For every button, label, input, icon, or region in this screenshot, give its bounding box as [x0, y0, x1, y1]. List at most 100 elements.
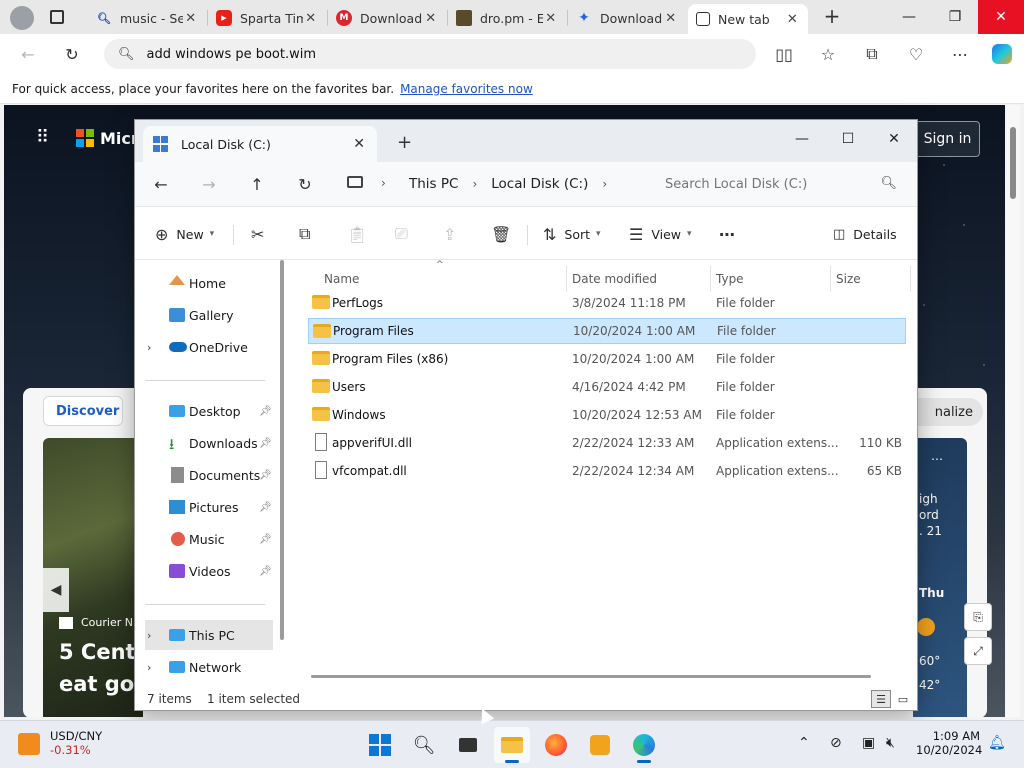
nav-music[interactable]: Music 📌︎ — [145, 524, 273, 554]
chevron-right-icon[interactable]: › — [472, 177, 477, 191]
close-icon[interactable]: ✕ — [543, 11, 558, 26]
close-icon[interactable]: ✕ — [183, 11, 198, 26]
pin-icon[interactable]: 📌︎ — [259, 438, 272, 449]
display-icon[interactable]: ▣ — [862, 735, 875, 751]
minimize-button[interactable]: — — [886, 0, 932, 34]
sort-button[interactable]: ⇅ Sort ▾ — [543, 219, 601, 249]
more-icon[interactable]: ⋯ — [931, 452, 943, 466]
notification-bell-icon[interactable]: 🔔︎ — [988, 735, 1006, 751]
column-divider[interactable] — [830, 266, 831, 292]
expand-icon[interactable]: ⤢ — [964, 637, 992, 665]
browser-tab-newtab[interactable]: New tab ✕ — [688, 4, 808, 34]
refresh-button[interactable]: ↻ — [58, 40, 86, 68]
clock[interactable]: 1:09 AM 10/20/2024 — [916, 729, 982, 757]
column-name[interactable]: Name — [324, 266, 564, 292]
explorer-tab[interactable]: Local Disk (C:) ✕ — [143, 126, 377, 162]
more-icon[interactable]: ⋯ — [946, 40, 974, 68]
table-row[interactable]: PerfLogs 3/8/2024 11:18 PM File folder — [308, 290, 906, 316]
media-player-taskbar-button[interactable] — [582, 727, 618, 763]
address-input[interactable] — [146, 46, 707, 62]
discover-tab[interactable]: Discover — [43, 396, 123, 426]
weather-card[interactable]: ⋯ igh ord . 21 Thu 60° 42° — [913, 438, 967, 717]
tiles-view-icon[interactable]: ▭ — [893, 690, 913, 708]
tab-actions-icon[interactable] — [50, 10, 64, 24]
browser-tab-mega[interactable]: M Download ✕ — [328, 4, 446, 32]
table-row[interactable]: Windows 10/20/2024 12:53 AM File folder — [308, 402, 906, 428]
minimize-button[interactable]: — — [779, 124, 825, 154]
close-icon[interactable]: ✕ — [785, 12, 800, 27]
table-row[interactable]: appverifUI.dll 2/22/2024 12:33 AM Applic… — [308, 430, 906, 456]
table-row-selected[interactable]: Program Files 10/20/2024 1:00 AM File fo… — [308, 318, 906, 344]
column-date-modified[interactable]: Date modified — [572, 266, 708, 292]
nav-desktop[interactable]: Desktop 📌︎ — [145, 396, 273, 426]
file-explorer-taskbar-button[interactable] — [494, 727, 530, 763]
carousel-prev-button[interactable]: ◀ — [43, 568, 69, 612]
copilot-icon[interactable] — [988, 40, 1016, 68]
explorer-search[interactable]: 🔍︎ — [649, 168, 911, 200]
cut-button[interactable]: ✂ — [251, 219, 272, 249]
close-icon[interactable]: ✕ — [423, 11, 438, 26]
browser-tab-dropm[interactable]: dro.pm - E ✕ — [448, 4, 566, 32]
paste-button[interactable]: 📋︎ — [347, 219, 375, 249]
search-button[interactable]: 🔍︎ — [406, 727, 442, 763]
nav-gallery[interactable]: Gallery — [145, 300, 273, 330]
pin-icon[interactable]: 📌︎ — [259, 502, 272, 513]
browser-tab-download[interactable]: ✦ Download ✕ — [568, 4, 686, 32]
nav-pictures[interactable]: Pictures 📌︎ — [145, 492, 273, 522]
column-divider[interactable] — [910, 266, 911, 292]
column-divider[interactable] — [710, 266, 711, 292]
browser-scrollbar[interactable] — [1006, 105, 1020, 717]
pin-icon[interactable]: 📌︎ — [259, 534, 272, 545]
edge-taskbar-button[interactable] — [626, 727, 662, 763]
volume-muted-icon[interactable]: 🔇︎ — [886, 735, 895, 751]
new-tab-button[interactable]: + — [820, 4, 844, 28]
pc-icon[interactable] — [347, 176, 363, 188]
browser-essentials-icon[interactable]: ♡ — [902, 40, 930, 68]
view-button[interactable]: ☰ View ▾ — [629, 219, 692, 249]
share-button[interactable]: ⇪ — [443, 219, 464, 249]
close-window-button[interactable]: ✕ — [871, 124, 917, 154]
rename-button[interactable]: ⎚ — [395, 219, 416, 249]
chevron-right-icon[interactable]: › — [147, 341, 151, 354]
chevron-right-icon[interactable]: › — [147, 629, 151, 642]
breadcrumb-this-pc[interactable]: This PC — [409, 176, 458, 192]
collections-icon[interactable]: ⧉ — [858, 40, 886, 68]
pin-icon[interactable]: 📌︎ — [259, 406, 272, 417]
nav-onedrive[interactable]: › OneDrive — [145, 332, 273, 362]
chevron-right-icon[interactable]: › — [602, 177, 607, 191]
firefox-taskbar-button[interactable] — [538, 727, 574, 763]
delete-button[interactable]: 🗑︎ — [491, 219, 519, 249]
close-icon[interactable]: ✕ — [663, 11, 678, 26]
column-divider[interactable] — [566, 266, 567, 292]
back-button[interactable]: ← — [14, 40, 42, 68]
pin-icon[interactable]: 📌︎ — [259, 566, 272, 577]
chevron-right-icon[interactable]: › — [147, 661, 151, 674]
table-row[interactable]: Users 4/16/2024 4:42 PM File folder — [308, 374, 906, 400]
close-icon[interactable]: ✕ — [353, 136, 365, 152]
chevron-up-icon[interactable]: ⌃ — [798, 735, 810, 751]
browser-tab-search[interactable]: 🔍︎ music - Se ✕ — [88, 4, 206, 32]
nav-videos[interactable]: Videos 📌︎ — [145, 556, 273, 586]
nav-pane-scrollbar[interactable] — [280, 260, 284, 640]
scrollbar-thumb[interactable] — [1010, 127, 1016, 199]
table-row[interactable]: vfcompat.dll 2/22/2024 12:34 AM Applicat… — [308, 458, 906, 484]
nav-this-pc[interactable]: › This PC — [145, 620, 273, 650]
details-view-icon[interactable]: ☰ — [871, 690, 891, 708]
sign-in-button[interactable]: Sign in — [915, 121, 980, 157]
details-button[interactable]: ◫ Details — [833, 219, 897, 249]
browser-tab-youtube[interactable]: ▶ Sparta Tim ✕ — [208, 4, 326, 32]
new-button[interactable]: ⊕ New ▾ — [155, 219, 214, 249]
pin-icon[interactable]: 📌︎ — [259, 470, 272, 481]
stock-widget[interactable]: USD/CNY -0.31% — [18, 729, 102, 757]
apps-grid-icon[interactable]: ⠿ — [36, 127, 49, 148]
favorites-icon[interactable]: ☆ — [814, 40, 842, 68]
task-view-button[interactable] — [450, 727, 486, 763]
copy-button[interactable]: ⧉ — [299, 219, 318, 249]
maximize-button[interactable]: ☐ — [825, 124, 871, 154]
profile-avatar[interactable] — [10, 6, 34, 30]
nav-home[interactable]: Home — [145, 268, 273, 298]
forward-button[interactable]: → — [195, 170, 223, 198]
restore-button[interactable]: ❐ — [932, 0, 978, 34]
nav-documents[interactable]: Documents 📌︎ — [145, 460, 273, 490]
split-screen-icon[interactable]: ▯▯ — [770, 40, 798, 68]
